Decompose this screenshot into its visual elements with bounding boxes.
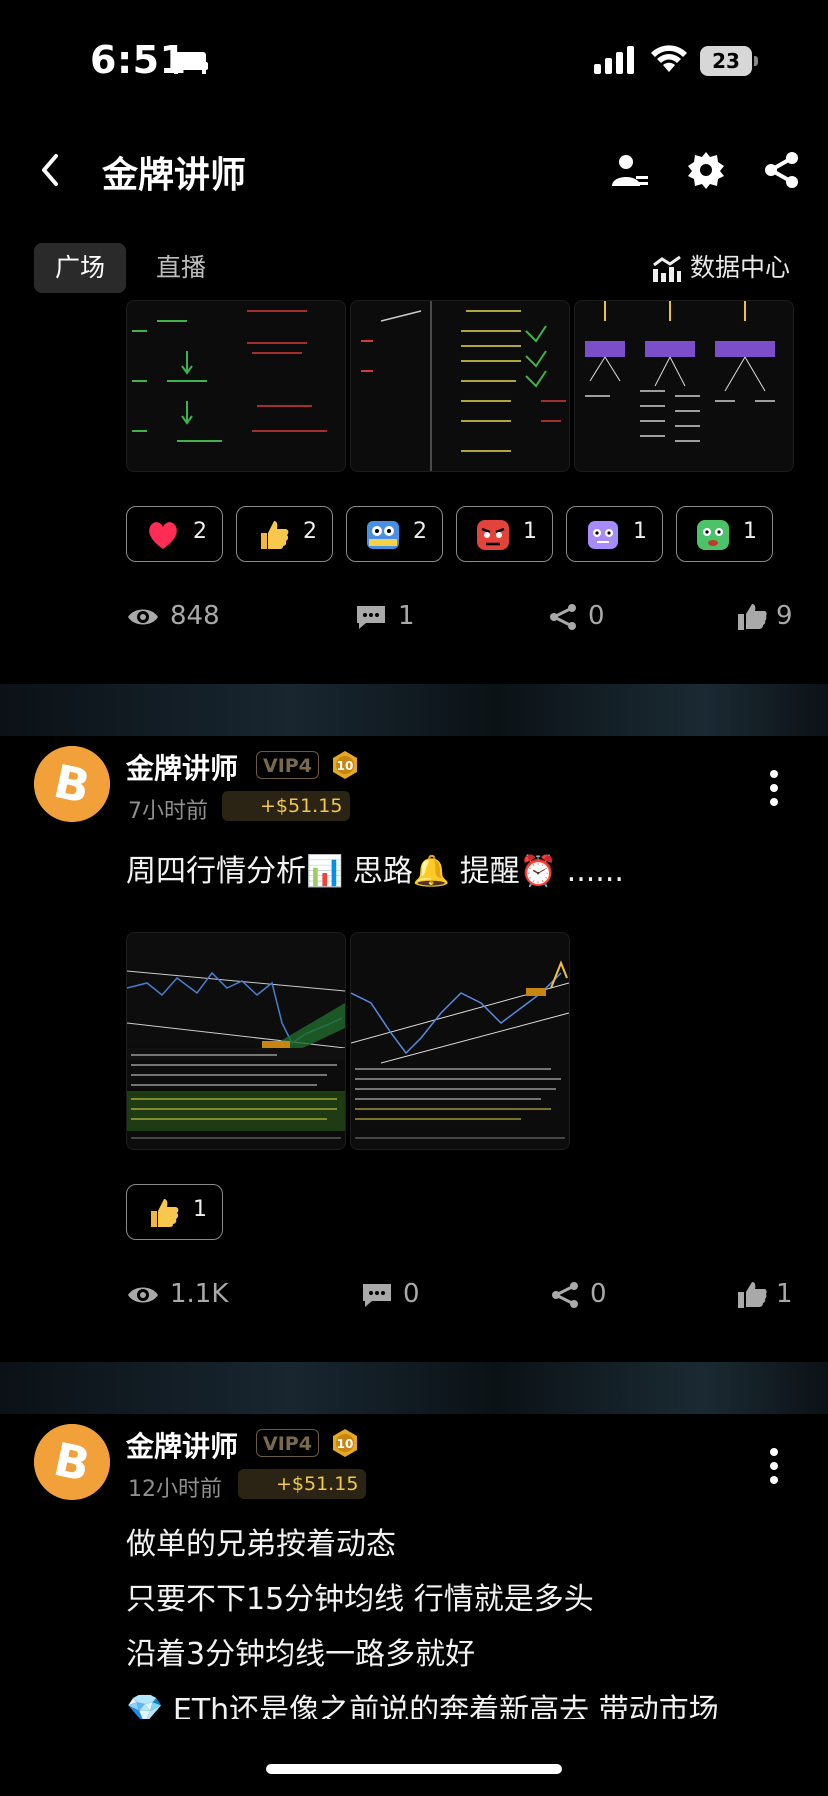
level-number: 10 xyxy=(337,1437,354,1451)
comment-icon[interactable] xyxy=(360,1281,394,1309)
cellular-signal-icon xyxy=(594,46,634,74)
comment-icon[interactable] xyxy=(354,603,388,631)
comments-count: 1 xyxy=(398,601,415,631)
post-image[interactable] xyxy=(574,300,794,472)
post-text-line: 只要不下15分钟均线 行情就是多头 xyxy=(126,1582,594,1617)
views-eye-icon xyxy=(128,609,158,625)
more-options-icon[interactable] xyxy=(769,1446,779,1486)
reaction-count: 2 xyxy=(303,519,317,544)
post-divider xyxy=(0,684,828,736)
reaction-chip[interactable]: 1 xyxy=(676,506,773,562)
vip-badge: VIP4 xyxy=(256,1429,319,1457)
green-face-icon xyxy=(697,520,729,550)
views-count: 848 xyxy=(170,601,220,631)
level-number: 10 xyxy=(337,759,354,773)
btc-candlestick-chart-image xyxy=(127,933,345,1139)
share-icon[interactable] xyxy=(762,150,802,190)
tip-amount: +$51.15 xyxy=(238,1469,367,1499)
reaction-count: 2 xyxy=(413,519,427,544)
eth-candlestick-chart-image xyxy=(351,960,569,1139)
battery-level: 23 xyxy=(700,46,752,76)
post-image[interactable] xyxy=(126,300,346,472)
post-text-line: 沿着3分钟均线一路多就好 xyxy=(126,1637,476,1672)
reaction-count: 2 xyxy=(193,519,207,544)
sleep-focus-icon xyxy=(172,52,208,74)
post-divider xyxy=(0,1362,828,1414)
author-name[interactable]: 金牌讲师 xyxy=(126,747,238,787)
bitcoin-avatar-icon[interactable]: B xyxy=(34,1424,110,1500)
reaction-chip[interactable]: 1 xyxy=(126,1184,223,1240)
home-indicator[interactable] xyxy=(266,1764,562,1774)
comments-count: 0 xyxy=(403,1279,420,1309)
post-text-line: 💎 ETh还是像之前说的奔着新高去 带动市场 xyxy=(126,1693,719,1719)
reaction-count: 1 xyxy=(743,519,757,544)
bitcoin-avatar-icon[interactable]: B xyxy=(34,746,110,822)
reaction-chip[interactable]: 1 xyxy=(566,506,663,562)
data-chart-icon[interactable] xyxy=(652,255,682,283)
user-follow-icon[interactable] xyxy=(610,150,650,190)
back-arrow-icon[interactable] xyxy=(38,152,62,188)
reaction-chip[interactable]: 1 xyxy=(456,506,553,562)
page-title: 金牌讲师 xyxy=(102,155,247,196)
wifi-icon xyxy=(651,45,687,72)
thumbs-up-icon xyxy=(261,521,289,549)
level-badge-icon: 10 xyxy=(333,751,357,779)
reaction-count: 1 xyxy=(523,519,537,544)
tip-amount: +$51.15 xyxy=(222,791,351,821)
tab-plaza[interactable]: 广场 xyxy=(34,243,126,293)
like-thumb-icon[interactable] xyxy=(736,603,770,631)
tab-live[interactable]: 直播 xyxy=(156,243,206,293)
post-image[interactable] xyxy=(350,932,570,1150)
author-name[interactable]: 金牌讲师 xyxy=(126,1425,238,1465)
more-options-icon[interactable] xyxy=(769,768,779,808)
reaction-count: 1 xyxy=(633,519,647,544)
post-image[interactable] xyxy=(350,300,570,472)
share-icon[interactable] xyxy=(548,1281,582,1309)
likes-count: 1 xyxy=(776,1279,793,1309)
post-image[interactable] xyxy=(126,932,346,1150)
like-thumb-icon[interactable] xyxy=(736,1281,770,1309)
hodl-robot-icon xyxy=(367,521,399,549)
purple-robot-icon xyxy=(588,521,618,549)
share-icon[interactable] xyxy=(546,603,580,631)
likes-count: 9 xyxy=(776,601,793,631)
battery-indicator: 23 xyxy=(700,46,758,76)
allocation-chart-image xyxy=(585,301,775,442)
post-text-line: 做单的兄弟按着动态 xyxy=(126,1527,396,1562)
data-center-link[interactable]: 数据中心 xyxy=(690,243,790,293)
post-text: 周四行情分析📊 思路🔔 提醒⏰ ...... xyxy=(126,854,624,889)
reaction-chip[interactable]: 2 xyxy=(126,506,223,562)
shares-count: 0 xyxy=(588,601,605,631)
reaction-count: 1 xyxy=(193,1197,207,1222)
settings-gear-icon[interactable] xyxy=(686,150,726,190)
level-badge-icon: 10 xyxy=(333,1429,357,1457)
handwritten-notes-image xyxy=(132,310,327,442)
coin-list-image xyxy=(361,301,566,471)
thumbs-up-icon xyxy=(151,1199,179,1227)
heart-icon xyxy=(149,522,177,549)
views-eye-icon xyxy=(128,1287,158,1303)
views-count: 1.1K xyxy=(170,1279,229,1309)
reaction-chip[interactable]: 2 xyxy=(236,506,333,562)
red-face-icon xyxy=(477,520,509,550)
shares-count: 0 xyxy=(590,1279,607,1309)
reaction-chip[interactable]: 2 xyxy=(346,506,443,562)
post-time: 7小时前 xyxy=(128,799,208,824)
post-time: 12小时前 xyxy=(128,1477,222,1502)
vip-badge: VIP4 xyxy=(256,751,319,779)
